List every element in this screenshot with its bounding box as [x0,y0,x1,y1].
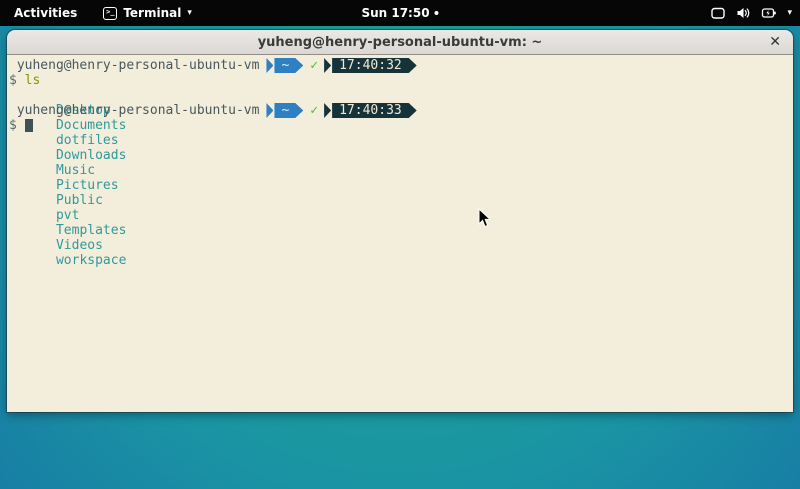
battery-charging-icon [761,6,777,20]
directory-entry: pvt [56,208,79,223]
close-button[interactable]: ✕ [769,35,781,49]
window-titlebar[interactable]: yuheng@henry-personal-ubuntu-vm: ~ ✕ [7,30,793,55]
directory-entry: Public [56,193,103,208]
powerline-arrow-icon [324,58,331,73]
directory-entry: workspace [56,253,126,268]
activities-button[interactable]: Activities [14,6,77,20]
app-menu-terminal[interactable]: >_ Terminal ▾ [103,6,192,20]
prompt-cwd-segment: ~ [274,103,303,118]
prompt-symbol: $ [9,118,17,133]
tray-chevron-down-icon: ▾ [787,9,792,18]
prompt-cwd-segment: ~ [274,58,303,73]
prompt-gap [259,103,266,118]
powerline-arrow-icon [324,103,331,118]
prompt-user-host: yuheng@henry-personal-ubuntu-vm [9,58,259,73]
terminal-content[interactable]: yuheng@henry-personal-ubuntu-vm ~ ✓ 17:4… [7,55,793,412]
prompt-symbol: $ [9,73,17,88]
powerline-arrow-icon [266,58,273,73]
command-line: $ ls [9,73,791,88]
terminal-window: yuheng@henry-personal-ubuntu-vm: ~ ✕ yuh… [7,30,793,412]
directory-entry: dotfiles [56,133,119,148]
chevron-down-icon: ▾ [187,9,192,18]
directory-entry: Downloads [56,148,126,163]
directory-entry: Templates [56,223,126,238]
prompt-status-check-icon: ✓ [310,58,318,73]
prompt-line: yuheng@henry-personal-ubuntu-vm ~ ✓ 17:4… [9,103,791,118]
app-menu-label: Terminal [123,6,181,20]
prompt-time-segment: 17:40:33 [332,103,417,118]
terminal-app-icon: >_ [103,7,117,20]
prompt-status-check-icon: ✓ [310,103,318,118]
clock-label: Sun 17:50 [361,6,429,20]
prompt-user-host: yuheng@henry-personal-ubuntu-vm [9,103,259,118]
volume-icon [736,6,751,20]
directory-entry: Music [56,163,95,178]
prompt-time-segment: 17:40:32 [332,58,417,73]
directory-entry: Pictures [56,178,119,193]
window-title: yuheng@henry-personal-ubuntu-vm: ~ [258,35,543,50]
terminal-cursor [25,119,33,132]
directory-entry: Documents [56,118,126,133]
system-tray[interactable]: ▾ [710,6,792,20]
directory-entry: Videos [56,238,103,253]
ls-output-line: Desktop Documents dotfiles Downloads Mus… [9,88,791,103]
top-bar: Activities >_ Terminal ▾ Sun 17:50 ▾ [0,0,800,26]
screen-icon [710,6,726,20]
powerline-arrow-icon [266,103,273,118]
clock-button[interactable]: Sun 17:50 [361,6,438,20]
prompt-gap [259,58,266,73]
command-text: ls [25,73,41,88]
prompt-line: yuheng@henry-personal-ubuntu-vm ~ ✓ 17:4… [9,58,791,73]
notification-dot [435,11,439,15]
